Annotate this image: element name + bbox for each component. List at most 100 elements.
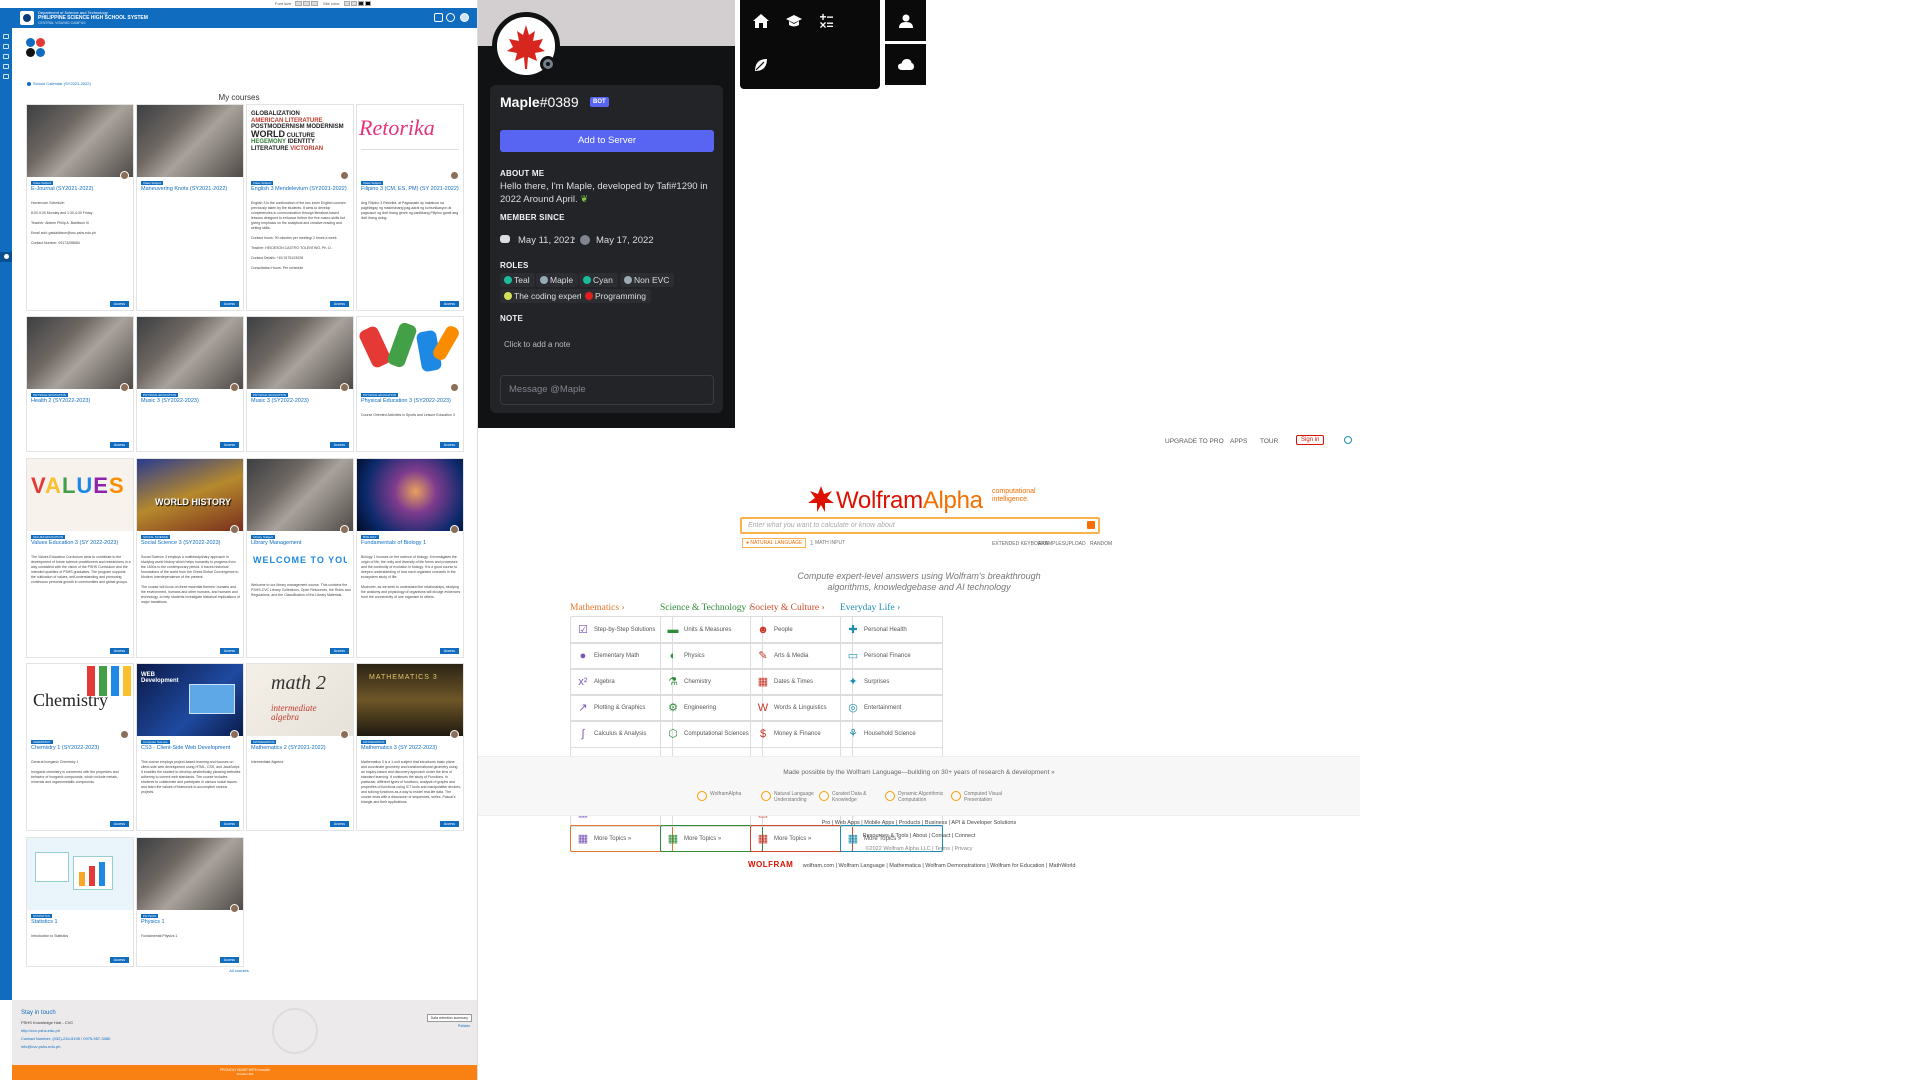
- topic-tile[interactable]: ▬ Units & Measures: [660, 616, 763, 644]
- teacher-avatar[interactable]: [120, 171, 129, 180]
- course-image[interactable]: VALUES: [27, 459, 133, 531]
- language-globe-icon[interactable]: [1344, 436, 1352, 444]
- course-image[interactable]: [247, 459, 353, 531]
- topic-tile[interactable]: ⬡ Computational Sciences: [660, 720, 763, 749]
- topic-tile[interactable]: x² Algebra: [570, 668, 673, 697]
- wolfram-brand[interactable]: WOLFRAM: [748, 860, 793, 869]
- color-option-2[interactable]: [351, 1, 357, 6]
- course-card[interactable]: VALUES VALUES EDUCATION Values Education 3…: [26, 458, 134, 658]
- course-image[interactable]: [247, 317, 353, 389]
- calendar-icon[interactable]: [3, 54, 9, 59]
- course-title[interactable]: Music 3 (SY2022-2023): [251, 398, 351, 405]
- role-pill[interactable]: Programming: [581, 289, 652, 303]
- user-avatar-icon[interactable]: [460, 13, 469, 22]
- category-heading[interactable]: Everyday Life ›: [840, 603, 900, 613]
- font-reset-button[interactable]: [303, 1, 310, 6]
- access-button[interactable]: Access: [109, 648, 129, 654]
- category-heading[interactable]: Mathematics ›: [570, 603, 625, 613]
- access-button[interactable]: Access: [219, 648, 239, 654]
- course-card[interactable]: PHYSICAL EDUCATION Physical Education 3 (…: [356, 316, 464, 452]
- color-option-1[interactable]: [344, 1, 350, 6]
- footer-links-row1[interactable]: Pro | Web Apps | Mobile Apps | Products …: [478, 820, 1360, 826]
- teacher-avatar[interactable]: [120, 383, 129, 392]
- technology-item[interactable]: Natural Language Understanding: [761, 791, 814, 803]
- messages-icon[interactable]: [446, 13, 455, 22]
- role-pill[interactable]: Teal: [500, 273, 535, 287]
- access-button[interactable]: Access: [329, 442, 349, 448]
- topic-tile[interactable]: ● Elementary Math: [570, 642, 673, 671]
- course-image[interactable]: [27, 105, 133, 177]
- color-option-4[interactable]: [365, 1, 371, 6]
- access-button[interactable]: Access: [439, 821, 459, 827]
- topic-tile[interactable]: ↗ Plotting & Graphics: [570, 694, 673, 723]
- role-pill[interactable]: Cyan: [579, 273, 618, 287]
- data-retention-link[interactable]: Data retention summary: [426, 1014, 472, 1022]
- course-image[interactable]: Chemistry: [27, 664, 133, 736]
- topic-tile[interactable]: ◎ Entertainment: [840, 694, 943, 723]
- teacher-avatar[interactable]: [340, 730, 349, 739]
- access-button[interactable]: Access: [109, 957, 129, 963]
- search-submit-button[interactable]: [1087, 521, 1095, 529]
- cloud-icon[interactable]: [885, 44, 926, 85]
- topic-tile[interactable]: ⚘ Household Science: [840, 720, 943, 749]
- course-title[interactable]: Filipino 3 (CM, ES, PM) (SY 2021-2022): [361, 186, 461, 193]
- topic-tile[interactable]: W Words & Linguistics: [750, 694, 853, 723]
- site-logo[interactable]: [20, 11, 34, 25]
- course-title[interactable]: Chemistry 1 (SY2022-2023): [31, 745, 131, 752]
- course-image[interactable]: WORLD HISTORY: [137, 459, 243, 531]
- upload-button[interactable]: UPLOAD: [1065, 541, 1086, 547]
- course-card[interactable]: Class Subject Maneuvering Knots (SY2021-2…: [136, 104, 244, 311]
- teacher-avatar[interactable]: [230, 383, 239, 392]
- sign-in-button[interactable]: Sign in: [1296, 435, 1325, 445]
- font-decrease-button[interactable]: [295, 1, 302, 6]
- dashboard-icon[interactable]: [3, 34, 9, 39]
- add-to-server-button[interactable]: Add to Server: [500, 130, 714, 152]
- course-card[interactable]: PHYSICAL EDUCATION Music 3 (SY2022-2023) A…: [136, 316, 244, 452]
- course-image[interactable]: MATHEMATICS 3: [357, 664, 463, 736]
- teacher-avatar[interactable]: [450, 383, 459, 392]
- course-title[interactable]: Health 2 (SY2022-2023): [31, 398, 131, 405]
- topic-tile[interactable]: ⚙ Engineering: [660, 694, 763, 723]
- footer-email[interactable]: info@cvc.pshs.edu.ph: [21, 1044, 60, 1049]
- footer-links-row2[interactable]: Resources & Tools | About | Contact | Co…: [478, 833, 1360, 839]
- topic-tile[interactable]: ∫ Calculus & Analysis: [570, 720, 673, 749]
- course-title[interactable]: Library Management: [251, 540, 351, 547]
- course-card[interactable]: Class Subject E-Journal (SY2021-2022) Home…: [26, 104, 134, 311]
- teacher-avatar[interactable]: [340, 525, 349, 534]
- access-button[interactable]: Access: [439, 301, 459, 307]
- access-button[interactable]: Access: [109, 821, 129, 827]
- search-input[interactable]: Enter what you want to calculate or know…: [740, 517, 1100, 534]
- course-card[interactable]: WORLD HISTORY SOCIAL SCIENCE Social Scienc…: [136, 458, 244, 658]
- teacher-avatar[interactable]: [340, 383, 349, 392]
- teacher-avatar[interactable]: [230, 904, 239, 913]
- course-title[interactable]: English 3 Mendelevium (SY2021-2022): [251, 186, 351, 193]
- nav-upgrade[interactable]: UPGRADE TO PRO: [1165, 438, 1224, 445]
- color-option-3[interactable]: [358, 1, 364, 6]
- courses-icon[interactable]: [3, 74, 9, 79]
- math-input-tab[interactable]: ∑ MATH INPUT: [810, 540, 845, 546]
- course-card[interactable]: PHYSICS Physics 1 Fundamental Physics 1 Acc…: [136, 837, 244, 967]
- random-button[interactable]: RANDOM: [1090, 541, 1112, 547]
- topic-tile[interactable]: ☻ People: [750, 616, 853, 644]
- technology-item[interactable]: WolframAlpha: [697, 791, 741, 801]
- teacher-avatar[interactable]: [230, 730, 239, 739]
- font-increase-button[interactable]: [311, 1, 318, 6]
- technology-item[interactable]: Curated Data & Knowledge: [819, 791, 866, 803]
- access-button[interactable]: Access: [329, 301, 349, 307]
- technology-item[interactable]: Computed Visual Presentation: [951, 791, 1002, 803]
- course-title[interactable]: Social Science 3 (SY2022-2023): [141, 540, 241, 547]
- course-card[interactable]: PHYSICAL EDUCATION Health 2 (SY2022-2023)…: [26, 316, 134, 452]
- course-title[interactable]: Physical Education 3 (SY2022-2023): [361, 398, 461, 405]
- topic-tile[interactable]: ✦ Surprises: [840, 668, 943, 697]
- course-title[interactable]: Values Education 3 (SY 2022-2023): [31, 540, 131, 547]
- files-icon[interactable]: [3, 64, 9, 69]
- access-button[interactable]: Access: [219, 442, 239, 448]
- nav-apps[interactable]: APPS: [1230, 438, 1247, 445]
- calendar-link[interactable]: School Calendar (SY2021-2022): [27, 81, 91, 86]
- role-pill[interactable]: The coding expert: [500, 289, 588, 303]
- course-card[interactable]: WEB Development Computer Science CS3 - Clie…: [136, 663, 244, 831]
- policies-link[interactable]: Policies: [458, 1024, 470, 1028]
- notification-bell-icon[interactable]: [434, 13, 443, 22]
- access-button[interactable]: Access: [219, 957, 239, 963]
- all-courses-link[interactable]: All courses: [0, 968, 477, 973]
